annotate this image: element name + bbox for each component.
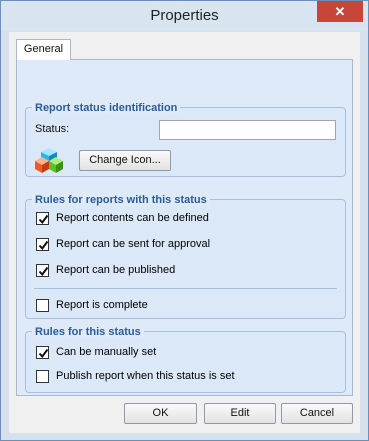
cancel-button[interactable]: Cancel bbox=[281, 403, 353, 424]
group-title: Rules for reports with this status bbox=[32, 194, 210, 206]
checkbox-label: Report can be sent for approval bbox=[56, 238, 211, 250]
checkbox-label: Can be manually set bbox=[56, 346, 157, 358]
checkbox-label: Report is complete bbox=[56, 299, 148, 311]
group-title: Rules for this status bbox=[32, 326, 144, 338]
checkbox[interactable] bbox=[36, 299, 49, 312]
status-label: Status: bbox=[35, 123, 70, 135]
close-icon: ✕ bbox=[334, 4, 346, 19]
edit-button[interactable]: Edit bbox=[204, 403, 276, 424]
tab-page-general: Report status identification Status: Cha… bbox=[16, 59, 353, 396]
change-icon-button[interactable]: Change Icon... bbox=[79, 150, 171, 171]
checkbox[interactable] bbox=[36, 346, 49, 359]
group-title: Report status identification bbox=[32, 102, 181, 114]
checkbox[interactable] bbox=[36, 370, 49, 383]
checkbox[interactable] bbox=[36, 212, 49, 225]
status-input[interactable] bbox=[159, 120, 336, 140]
checkbox-label: Report contents can be defined bbox=[56, 212, 209, 224]
properties-dialog: Properties ✕ General Report status ident… bbox=[0, 0, 369, 441]
window-title: Properties bbox=[150, 7, 219, 24]
group-rules-for-status: Rules for this status Can be manually se… bbox=[25, 326, 346, 393]
group-rules-for-reports: Rules for reports with this status Repor… bbox=[25, 194, 346, 319]
checkbox-label: Report can be published bbox=[56, 264, 176, 276]
group-divider bbox=[34, 288, 337, 289]
tab-general[interactable]: General bbox=[16, 39, 71, 60]
checkbox[interactable] bbox=[36, 264, 49, 277]
checkbox[interactable] bbox=[36, 238, 49, 251]
checkbox-label: Publish report when this status is set bbox=[56, 370, 235, 382]
ok-button[interactable]: OK bbox=[124, 403, 197, 424]
dialog-body: General Report status identification Sta… bbox=[9, 32, 360, 433]
colored-cubes-icon bbox=[35, 148, 63, 173]
group-report-status-identification: Report status identification Status: Cha… bbox=[25, 102, 346, 177]
close-button[interactable]: ✕ bbox=[317, 1, 363, 22]
title-bar[interactable]: Properties ✕ bbox=[1, 1, 368, 31]
